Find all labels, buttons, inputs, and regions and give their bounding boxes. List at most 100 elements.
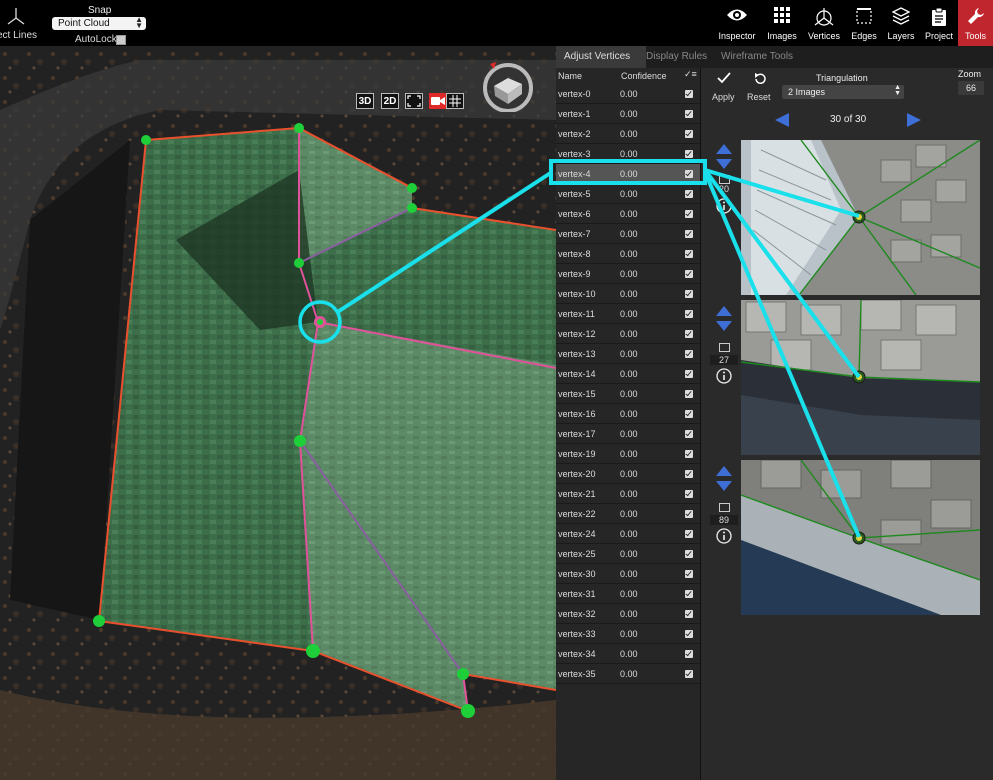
tool-tools[interactable]: Tools xyxy=(958,0,993,46)
reorder-arrows-icon[interactable] xyxy=(715,305,733,333)
table-row[interactable]: vertex-34 0.00 xyxy=(556,644,700,664)
triangulation-select[interactable]: 2 Images ▲ ▼ xyxy=(782,84,904,99)
vertex-visible-checkbox[interactable] xyxy=(685,530,693,538)
vertex-marker[interactable] xyxy=(294,123,304,133)
vertex-visible-checkbox[interactable] xyxy=(685,350,693,358)
column-visible-check-icon[interactable]: ✓≡ xyxy=(684,69,697,80)
table-row[interactable]: vertex-32 0.00 xyxy=(556,604,700,624)
table-row[interactable]: vertex-1 0.00 xyxy=(556,104,700,124)
tool-edges[interactable]: Edges xyxy=(843,0,885,46)
table-row[interactable]: vertex-21 0.00 xyxy=(556,484,700,504)
table-row[interactable]: vertex-4 0.00 xyxy=(556,164,700,184)
view-cube-icon[interactable] xyxy=(480,60,536,112)
table-row[interactable]: vertex-10 0.00 xyxy=(556,284,700,304)
vertex-marker[interactable] xyxy=(141,135,151,145)
vertex-visible-checkbox[interactable] xyxy=(685,550,693,558)
prev-image-icon[interactable] xyxy=(774,112,790,128)
image-toggle-icon[interactable] xyxy=(718,503,730,512)
image-toggle-icon[interactable] xyxy=(718,343,730,352)
vertex-visible-checkbox[interactable] xyxy=(685,390,693,398)
vertex-visible-checkbox[interactable] xyxy=(685,370,693,378)
table-row[interactable]: vertex-3 0.00 xyxy=(556,144,700,164)
vertex-visible-checkbox[interactable] xyxy=(685,410,693,418)
point-cloud-viewport[interactable]: 3D 2D xyxy=(0,46,556,780)
table-row[interactable]: vertex-19 0.00 xyxy=(556,444,700,464)
image-preview-3[interactable] xyxy=(741,460,980,615)
apply-check-icon[interactable] xyxy=(717,72,731,84)
vertex-visible-checkbox[interactable] xyxy=(685,110,693,118)
vertex-visible-checkbox[interactable] xyxy=(685,250,693,258)
intersect-lines-icon[interactable] xyxy=(6,6,26,28)
camera-button[interactable] xyxy=(429,93,447,109)
vertex-visible-checkbox[interactable] xyxy=(685,90,693,98)
vertex-visible-checkbox[interactable] xyxy=(685,490,693,498)
table-row[interactable]: vertex-33 0.00 xyxy=(556,624,700,644)
info-icon[interactable] xyxy=(716,198,732,214)
column-name[interactable]: Name xyxy=(558,71,582,81)
table-row[interactable]: vertex-14 0.00 xyxy=(556,364,700,384)
vertex-visible-checkbox[interactable] xyxy=(685,430,693,438)
info-icon[interactable] xyxy=(716,368,732,384)
vertex-visible-checkbox[interactable] xyxy=(685,450,693,458)
vertex-visible-checkbox[interactable] xyxy=(685,290,693,298)
vertex-visible-checkbox[interactable] xyxy=(685,570,693,578)
reorder-arrows-icon[interactable] xyxy=(715,465,733,493)
tool-vertices[interactable]: Vertices xyxy=(803,0,845,46)
table-row[interactable]: vertex-15 0.00 xyxy=(556,384,700,404)
image-preview-1[interactable] xyxy=(741,140,980,295)
view-3d-button[interactable]: 3D xyxy=(356,93,374,109)
vertex-visible-checkbox[interactable] xyxy=(685,670,693,678)
roof-model-canvas[interactable] xyxy=(0,46,556,780)
table-row[interactable]: vertex-35 0.00 xyxy=(556,664,700,684)
roof-photo-1[interactable] xyxy=(741,140,980,295)
vertex-visible-checkbox[interactable] xyxy=(685,190,693,198)
table-row[interactable]: vertex-5 0.00 xyxy=(556,184,700,204)
vertex-marker[interactable] xyxy=(457,668,469,680)
tool-layers[interactable]: Layers xyxy=(880,0,922,46)
table-row[interactable]: vertex-13 0.00 xyxy=(556,344,700,364)
vertex-visible-checkbox[interactable] xyxy=(685,210,693,218)
snap-select[interactable]: Point Cloud ▲ ▼ xyxy=(52,16,146,30)
reset-icon[interactable] xyxy=(753,72,767,86)
vertex-marker[interactable] xyxy=(93,615,105,627)
roof-photo-3[interactable] xyxy=(741,460,980,615)
tab-display-rules[interactable]: Display Rules xyxy=(646,46,716,68)
table-row[interactable]: vertex-2 0.00 xyxy=(556,124,700,144)
reset-button[interactable]: Reset xyxy=(747,92,771,102)
next-image-icon[interactable] xyxy=(906,112,922,128)
vertex-visible-checkbox[interactable] xyxy=(685,590,693,598)
table-row[interactable]: vertex-0 0.00 xyxy=(556,84,700,104)
vertex-marker[interactable] xyxy=(407,203,417,213)
vertex-visible-checkbox[interactable] xyxy=(685,310,693,318)
table-row[interactable]: vertex-20 0.00 xyxy=(556,464,700,484)
tool-inspector[interactable]: Inspector xyxy=(716,0,758,46)
image-toggle-icon[interactable] xyxy=(718,175,730,184)
vertex-visible-checkbox[interactable] xyxy=(685,630,693,638)
vertex-visible-checkbox[interactable] xyxy=(685,150,693,158)
tool-images[interactable]: Images xyxy=(761,0,803,46)
grid-view-button[interactable] xyxy=(446,93,464,109)
table-row[interactable]: vertex-24 0.00 xyxy=(556,524,700,544)
table-row[interactable]: vertex-12 0.00 xyxy=(556,324,700,344)
apply-button[interactable]: Apply xyxy=(712,92,735,102)
fullscreen-button[interactable] xyxy=(405,93,423,109)
vertex-visible-checkbox[interactable] xyxy=(685,650,693,658)
table-row[interactable]: vertex-11 0.00 xyxy=(556,304,700,324)
vertex-visible-checkbox[interactable] xyxy=(685,470,693,478)
vertex-visible-checkbox[interactable] xyxy=(685,610,693,618)
table-row[interactable]: vertex-9 0.00 xyxy=(556,264,700,284)
vertex-marker[interactable] xyxy=(407,183,417,193)
table-row[interactable]: vertex-30 0.00 xyxy=(556,564,700,584)
zoom-value[interactable]: 66 xyxy=(958,81,984,95)
tab-adjust-vertices[interactable]: Adjust Vertices xyxy=(556,46,646,68)
table-row[interactable]: vertex-25 0.00 xyxy=(556,544,700,564)
tab-wireframe-tools[interactable]: Wireframe Tools xyxy=(721,46,801,68)
info-icon[interactable] xyxy=(716,528,732,544)
autolock-checkbox[interactable] xyxy=(116,35,126,45)
intersect-lines-label[interactable]: ect Lines xyxy=(0,30,37,41)
image-preview-2[interactable] xyxy=(741,300,980,455)
table-row[interactable]: vertex-16 0.00 xyxy=(556,404,700,424)
table-row[interactable]: vertex-7 0.00 xyxy=(556,224,700,244)
vertex-visible-checkbox[interactable] xyxy=(685,130,693,138)
vertex-marker[interactable] xyxy=(461,704,475,718)
